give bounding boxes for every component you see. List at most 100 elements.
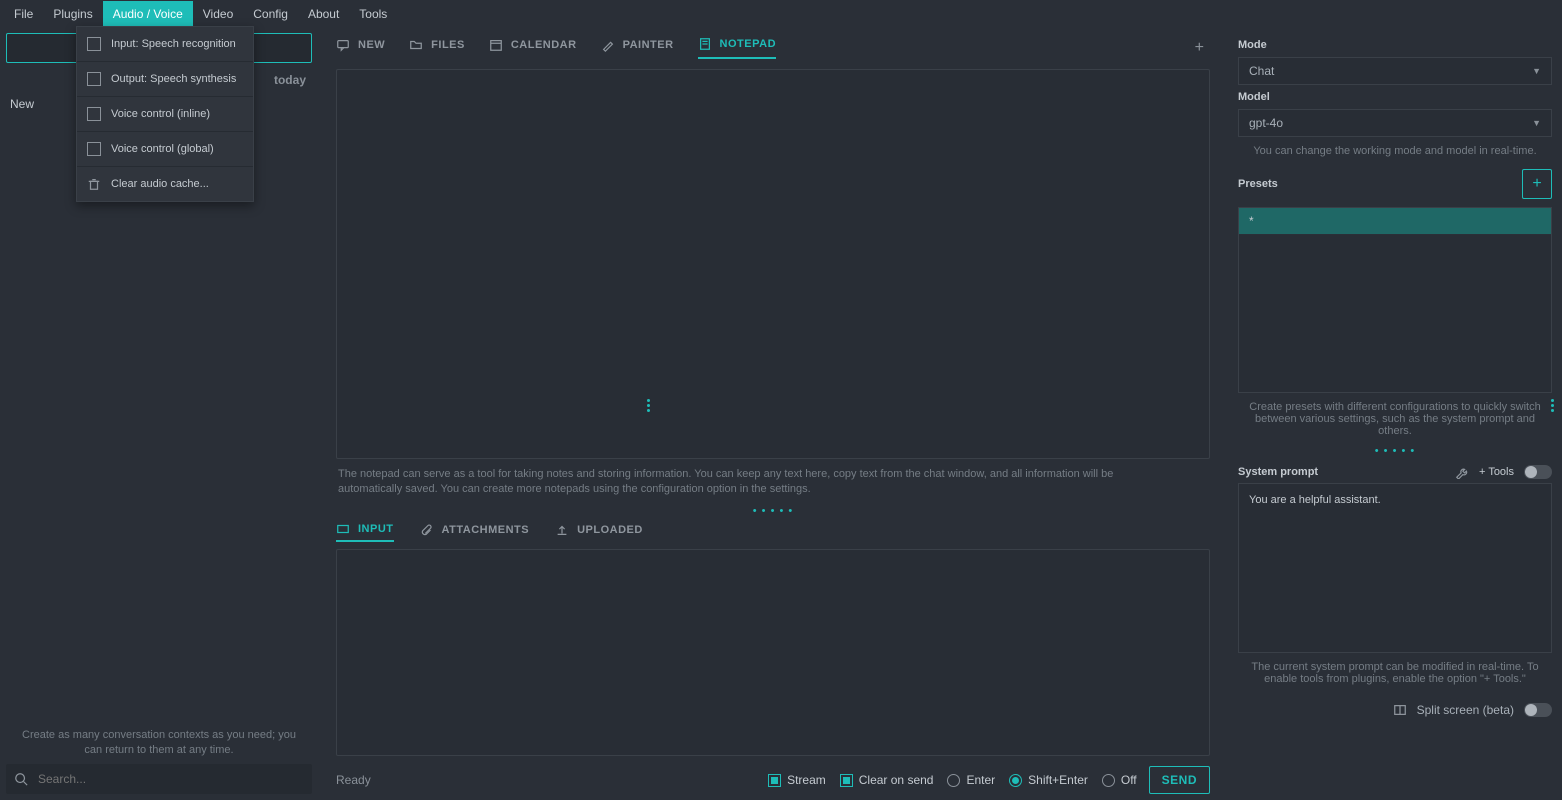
chat-icon bbox=[336, 38, 350, 52]
mode-hint-text: You can change the working mode and mode… bbox=[1238, 137, 1552, 165]
notepad-icon bbox=[698, 37, 712, 51]
tab-notepad[interactable]: NOTEPAD bbox=[698, 37, 776, 59]
resize-handle-vertical[interactable] bbox=[644, 399, 652, 412]
dd-clear-audio-cache[interactable]: Clear audio cache... bbox=[77, 167, 253, 201]
system-prompt-hint-text: The current system prompt can be modifie… bbox=[1238, 653, 1552, 693]
tab-painter[interactable]: PAINTER bbox=[601, 38, 674, 58]
system-prompt-label: System prompt bbox=[1238, 466, 1445, 478]
chevron-down-icon: ▼ bbox=[1532, 66, 1541, 76]
plus-tools-toggle[interactable] bbox=[1524, 465, 1552, 479]
model-label: Model bbox=[1238, 85, 1552, 109]
option-stream[interactable]: Stream bbox=[768, 773, 826, 787]
tab-label: ATTACHMENTS bbox=[442, 524, 530, 536]
main-tabs: NEW FILES CALENDAR PAINTER NOTEPAD + bbox=[336, 33, 1210, 63]
system-prompt-textarea[interactable]: You are a helpful assistant. bbox=[1238, 483, 1552, 653]
dd-voice-control-inline[interactable]: Voice control (inline) bbox=[77, 97, 253, 132]
input-tab-input[interactable]: INPUT bbox=[336, 522, 394, 542]
dd-label: Voice control (global) bbox=[111, 143, 214, 155]
tab-label: UPLOADED bbox=[577, 524, 643, 536]
presets-list: * bbox=[1238, 207, 1552, 393]
preset-item[interactable]: * bbox=[1239, 208, 1551, 235]
input-tab-attachments[interactable]: ATTACHMENTS bbox=[420, 523, 530, 541]
split-screen-toggle[interactable] bbox=[1524, 703, 1552, 717]
option-shift-enter[interactable]: Shift+Enter bbox=[1009, 773, 1088, 787]
option-label: Off bbox=[1121, 773, 1137, 787]
presets-hint-text: Create presets with different configurat… bbox=[1238, 393, 1552, 445]
mode-select[interactable]: Chat ▼ bbox=[1238, 57, 1552, 85]
radio-icon bbox=[1009, 774, 1022, 787]
upload-icon bbox=[555, 523, 569, 537]
tab-label: CALENDAR bbox=[511, 39, 577, 51]
dd-input-speech-recognition[interactable]: Input: Speech recognition bbox=[77, 27, 253, 62]
input-icon bbox=[336, 522, 350, 536]
right-sidebar: Mode Chat▼ Model gpt-4o▼ You can change … bbox=[1228, 27, 1562, 800]
select-value: Chat bbox=[1249, 64, 1274, 78]
chat-input-textarea[interactable] bbox=[336, 549, 1210, 756]
add-tab-button[interactable]: + bbox=[1189, 39, 1210, 57]
checkbox-icon bbox=[840, 774, 853, 787]
dd-label: Voice control (inline) bbox=[111, 108, 210, 120]
option-clear-on-send[interactable]: Clear on send bbox=[840, 773, 934, 787]
checkbox-icon bbox=[87, 72, 101, 86]
option-label: Enter bbox=[966, 773, 995, 787]
tab-label: NEW bbox=[358, 39, 385, 51]
tab-files[interactable]: FILES bbox=[409, 38, 465, 58]
menu-about[interactable]: About bbox=[298, 1, 349, 27]
wrench-icon[interactable] bbox=[1455, 465, 1469, 479]
tab-calendar[interactable]: CALENDAR bbox=[489, 38, 577, 58]
checkbox-icon bbox=[87, 142, 101, 156]
radio-icon bbox=[1102, 774, 1115, 787]
folder-icon bbox=[409, 38, 423, 52]
add-preset-button[interactable]: + bbox=[1522, 169, 1552, 199]
menu-tools[interactable]: Tools bbox=[349, 1, 397, 27]
dd-voice-control-global[interactable]: Voice control (global) bbox=[77, 132, 253, 167]
left-sidebar: today New Create as many conversation co… bbox=[0, 27, 318, 800]
audio-voice-dropdown: Input: Speech recognition Output: Speech… bbox=[76, 26, 254, 202]
option-label: Clear on send bbox=[859, 773, 934, 787]
resize-handle-horizontal[interactable]: • • • • • bbox=[1238, 445, 1552, 457]
radio-icon bbox=[947, 774, 960, 787]
checkbox-icon bbox=[87, 107, 101, 121]
search-bar[interactable] bbox=[6, 764, 312, 794]
menu-audio-voice[interactable]: Audio / Voice bbox=[103, 1, 193, 27]
select-value: gpt-4o bbox=[1249, 116, 1283, 130]
menu-plugins[interactable]: Plugins bbox=[43, 1, 102, 27]
dd-label: Clear audio cache... bbox=[111, 178, 209, 190]
dd-output-speech-synthesis[interactable]: Output: Speech synthesis bbox=[77, 62, 253, 97]
brush-icon bbox=[601, 38, 615, 52]
resize-handle-vertical[interactable] bbox=[1548, 399, 1556, 412]
dd-label: Output: Speech synthesis bbox=[111, 73, 236, 85]
option-label: Stream bbox=[787, 773, 826, 787]
split-screen-icon bbox=[1393, 703, 1407, 717]
tab-label: INPUT bbox=[358, 523, 394, 535]
send-button[interactable]: SEND bbox=[1149, 766, 1210, 794]
search-input[interactable] bbox=[38, 772, 304, 786]
tab-new[interactable]: NEW bbox=[336, 38, 385, 58]
input-tab-uploaded[interactable]: UPLOADED bbox=[555, 523, 643, 541]
center-pane: NEW FILES CALENDAR PAINTER NOTEPAD + The… bbox=[318, 27, 1228, 800]
presets-label: Presets bbox=[1238, 178, 1278, 190]
paperclip-icon bbox=[420, 523, 434, 537]
resize-handle-horizontal[interactable]: • • • • • bbox=[336, 505, 1210, 517]
status-text: Ready bbox=[336, 773, 754, 787]
tab-label: NOTEPAD bbox=[720, 38, 776, 50]
menu-config[interactable]: Config bbox=[243, 1, 298, 27]
menu-file[interactable]: File bbox=[4, 1, 43, 27]
tab-label: PAINTER bbox=[623, 39, 674, 51]
menubar: File Plugins Audio / Voice Video Config … bbox=[0, 0, 1562, 27]
plus-tools-label: + Tools bbox=[1479, 466, 1514, 478]
left-hint-text: Create as many conversation contexts as … bbox=[6, 722, 312, 764]
dd-label: Input: Speech recognition bbox=[111, 38, 236, 50]
notepad-textarea[interactable] bbox=[336, 69, 1210, 460]
option-off[interactable]: Off bbox=[1102, 773, 1137, 787]
checkbox-icon bbox=[768, 774, 781, 787]
trash-icon bbox=[87, 177, 101, 191]
search-icon bbox=[14, 772, 28, 786]
option-label: Shift+Enter bbox=[1028, 773, 1088, 787]
input-tabs: INPUT ATTACHMENTS UPLOADED bbox=[336, 519, 1210, 545]
checkbox-icon bbox=[87, 37, 101, 51]
option-enter[interactable]: Enter bbox=[947, 773, 995, 787]
menu-video[interactable]: Video bbox=[193, 1, 243, 27]
model-select[interactable]: gpt-4o▼ bbox=[1238, 109, 1552, 137]
notepad-hint-text: The notepad can serve as a tool for taki… bbox=[336, 459, 1166, 505]
